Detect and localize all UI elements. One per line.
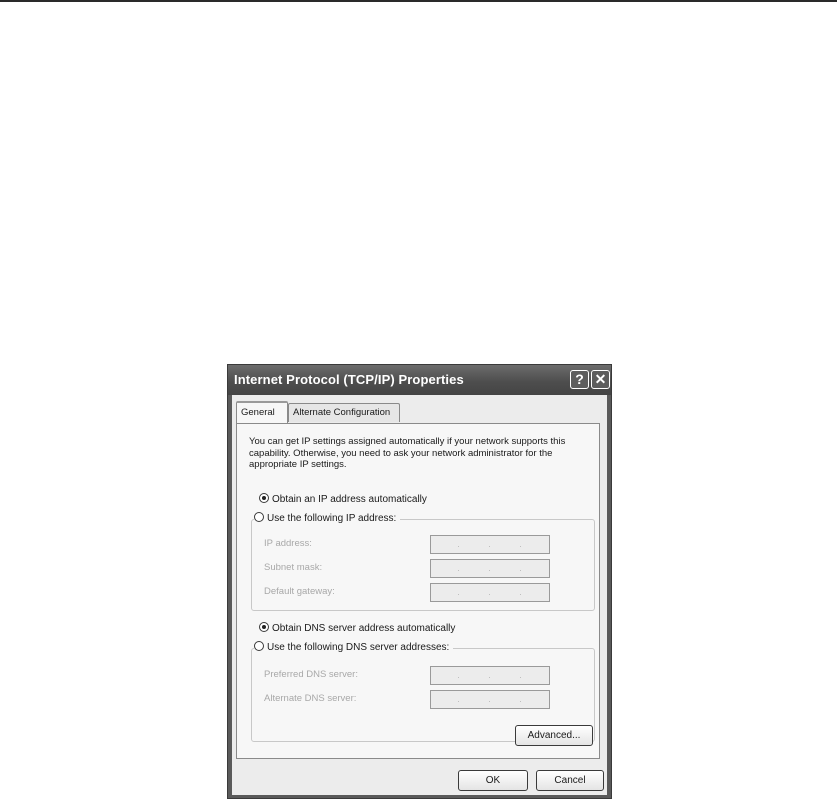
ip-address-field[interactable]: . . . <box>430 535 550 554</box>
default-gateway-label: Default gateway: <box>264 586 335 597</box>
subnet-mask-field[interactable]: . . . <box>430 559 550 578</box>
use-following-ip-radio[interactable] <box>254 512 264 522</box>
tab-alternate-configuration[interactable]: Alternate Configuration <box>288 403 400 422</box>
title-bar[interactable]: Internet Protocol (TCP/IP) Properties ? … <box>228 365 611 395</box>
use-following-dns-radio[interactable] <box>254 641 264 651</box>
preferred-dns-label: Preferred DNS server: <box>264 669 358 680</box>
obtain-dns-auto-option[interactable]: Obtain DNS server address automatically <box>259 622 455 634</box>
use-following-dns-option[interactable]: Use the following DNS server addresses: <box>254 641 454 653</box>
alternate-dns-label: Alternate DNS server: <box>264 693 357 704</box>
help-icon: ? <box>575 371 584 387</box>
obtain-dns-auto-label: Obtain DNS server address automatically <box>272 623 456 634</box>
help-button[interactable]: ? <box>570 370 589 389</box>
close-icon: ✕ <box>594 371 607 387</box>
subnet-mask-label: Subnet mask: <box>264 562 323 573</box>
obtain-ip-auto-radio[interactable] <box>259 493 269 503</box>
alternate-dns-field[interactable]: . . . <box>430 690 550 709</box>
default-gateway-field[interactable]: . . . <box>430 583 550 602</box>
dialog-body: General Alternate Configuration You can … <box>232 395 607 795</box>
ok-button[interactable]: OK <box>458 770 528 791</box>
use-following-ip-option[interactable]: Use the following IP address: <box>254 512 401 524</box>
cancel-button[interactable]: Cancel <box>536 770 604 791</box>
advanced-button[interactable]: Advanced... <box>515 725 593 746</box>
use-following-ip-label: Use the following IP address: <box>267 513 397 524</box>
intro-text: You can get IP settings assigned automat… <box>249 436 566 470</box>
tab-general[interactable]: General <box>236 401 288 423</box>
obtain-dns-auto-radio[interactable] <box>259 622 269 632</box>
close-button[interactable]: ✕ <box>591 370 610 389</box>
top-border-line <box>0 0 837 2</box>
general-tab-panel: You can get IP settings assigned automat… <box>236 423 600 759</box>
tcpip-properties-dialog: Internet Protocol (TCP/IP) Properties ? … <box>227 364 612 799</box>
use-following-dns-label: Use the following DNS server addresses: <box>267 642 450 653</box>
ip-address-label: IP address: <box>264 538 312 549</box>
obtain-ip-auto-label: Obtain an IP address automatically <box>272 494 427 505</box>
preferred-dns-field[interactable]: . . . <box>430 666 550 685</box>
dialog-title: Internet Protocol (TCP/IP) Properties <box>234 372 464 387</box>
ip-address-group: IP address: . . . Subnet mask: . . . Def… <box>251 519 595 611</box>
obtain-ip-auto-option[interactable]: Obtain an IP address automatically <box>259 493 427 505</box>
